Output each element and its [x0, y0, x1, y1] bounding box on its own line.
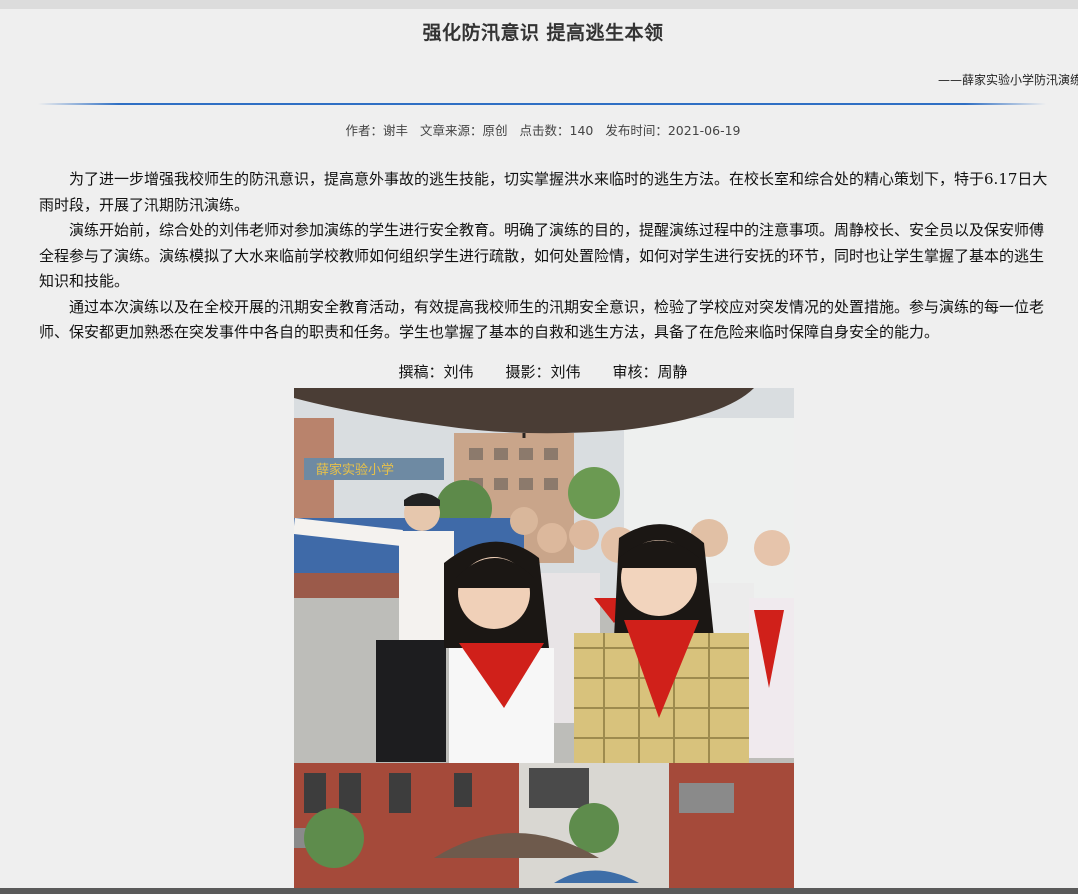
meta-author: 作者：谢丰 — [345, 123, 409, 138]
meta-date: 发布时间：2021-06-19 — [605, 123, 741, 138]
meta-clicks: 点击数：140 — [519, 123, 594, 138]
credit-writer: 撰稿：刘伟 — [398, 363, 474, 381]
top-bar — [0, 0, 1078, 9]
article-meta: 作者：谢丰 文章来源：原创 点击数：140 发布时间：2021-06-19 — [0, 120, 1078, 139]
paragraph-1: 为了进一步增强我校师生的防汛意识，提高意外事故的逃生技能，切实掌握洪水来临时的逃… — [39, 170, 1048, 214]
drill-photo-illustration: 薛家实验小学 — [294, 388, 794, 888]
article-photo: 薛家实验小学 — [294, 388, 794, 888]
paragraph-3: 通过本次演练以及在全校开展的汛期安全教育活动，有效提高我校师生的汛期安全意识，检… — [39, 297, 1045, 342]
gate-sign-text: 薛家实验小学 — [316, 462, 394, 478]
credit-reviewer: 审核：周静 — [612, 363, 688, 381]
title-divider — [38, 103, 1046, 105]
article-subtitle: ——薛家实验小学防汛演练 — [938, 73, 1078, 87]
article-credits: 撰稿：刘伟 摄影：刘伟 审核：周静 — [0, 361, 1078, 382]
article-title: 强化防汛意识 提高逃生本领 — [422, 22, 664, 44]
article-body: 为了进一步增强我校师生的防汛意识，提高意外事故的逃生技能，切实掌握洪水来临时的逃… — [39, 167, 1049, 346]
credit-photographer: 摄影：刘伟 — [505, 363, 581, 381]
paragraph-2: 演练开始前，综合处的刘伟老师对参加演练的学生进行安全教育。明确了演练的目的，提醒… — [39, 221, 1045, 290]
meta-source: 文章来源：原创 — [420, 123, 508, 138]
bottom-bar — [0, 888, 1078, 894]
